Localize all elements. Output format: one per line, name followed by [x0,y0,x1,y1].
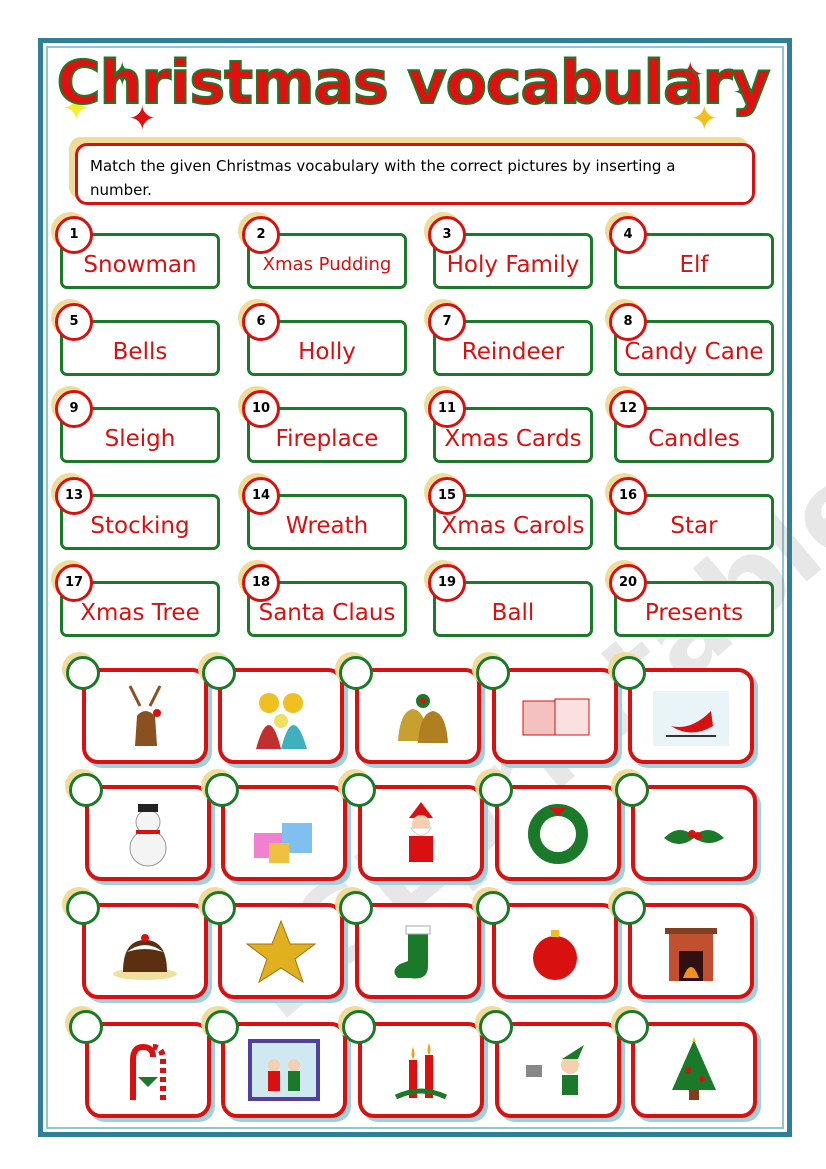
word-number: 3 [428,216,466,254]
answer-circle[interactable] [342,773,376,807]
picture-card [82,668,208,764]
picture-card [221,1022,347,1118]
picture-card [631,785,757,881]
answer-circle[interactable] [202,656,236,690]
picture-card [631,1022,757,1118]
picture-card [218,668,344,764]
picture-card [495,785,621,881]
picture-card [221,785,347,881]
word-number: 11 [428,390,466,428]
santa-claus-icon [409,802,433,862]
answer-circle[interactable] [339,656,373,690]
word-number: 2 [242,216,280,254]
xmas-cards-icon [522,698,590,736]
picture-card [492,668,618,764]
picture-card [358,1022,484,1118]
word-number: 5 [55,303,93,341]
answer-circle[interactable] [476,891,510,925]
word-number: 20 [609,564,647,602]
word-number: 13 [55,477,93,515]
picture-card [628,903,754,999]
word-number: 8 [609,303,647,341]
xmas-carols-icon [248,1039,320,1101]
answer-circle[interactable] [66,656,100,690]
candles-icon [394,1043,448,1100]
answer-circle[interactable] [66,891,100,925]
stocking-icon [394,925,431,979]
answer-circle[interactable] [479,1010,513,1044]
answer-circle[interactable] [476,656,510,690]
page-title: Christmas vocabulary [56,47,772,119]
bells-icon [398,694,448,743]
answer-circle[interactable] [69,1010,103,1044]
presents-icon [254,823,312,863]
word-number: 1 [55,216,93,254]
picture-card [358,785,484,881]
word-number: 19 [428,564,466,602]
fireplace-icon [665,928,717,981]
picture-card [628,668,754,764]
picture-card [82,903,208,999]
word-number: 12 [609,390,647,428]
picture-card [218,903,344,999]
word-number: 10 [242,390,280,428]
answer-circle[interactable] [202,891,236,925]
ball-icon [533,930,577,980]
elf-icon [526,1045,584,1095]
answer-circle[interactable] [615,1010,649,1044]
picture-card [85,785,211,881]
answer-circle[interactable] [479,773,513,807]
word-number: 16 [609,477,647,515]
word-number: 4 [609,216,647,254]
picture-card [85,1022,211,1118]
candy-cane-icon [130,1043,166,1100]
holy-family-icon [256,693,307,749]
answer-circle[interactable] [342,1010,376,1044]
answer-circle[interactable] [612,656,646,690]
answer-circle[interactable] [615,773,649,807]
word-number: 18 [242,564,280,602]
xmas-tree-icon [672,1037,716,1100]
word-number: 14 [242,477,280,515]
answer-circle[interactable] [339,891,373,925]
answer-circle[interactable] [205,1010,239,1044]
star-icon [245,919,317,984]
word-number: 15 [428,477,466,515]
answer-circle[interactable] [205,773,239,807]
picture-card [495,1022,621,1118]
holly-icon [664,829,724,844]
picture-card [355,903,481,999]
wreath-icon [528,804,588,864]
word-number: 7 [428,303,466,341]
snowman-icon [129,804,167,867]
xmas-pudding-icon [113,934,177,980]
sleigh-icon [653,691,729,746]
answer-circle[interactable] [69,773,103,807]
word-number: 6 [242,303,280,341]
picture-card [492,903,618,999]
reindeer-icon [128,685,162,746]
instructions: Match the given Christmas vocabulary wit… [75,143,755,205]
word-number: 9 [55,390,93,428]
answer-circle[interactable] [612,891,646,925]
word-number: 17 [55,564,93,602]
picture-card [355,668,481,764]
